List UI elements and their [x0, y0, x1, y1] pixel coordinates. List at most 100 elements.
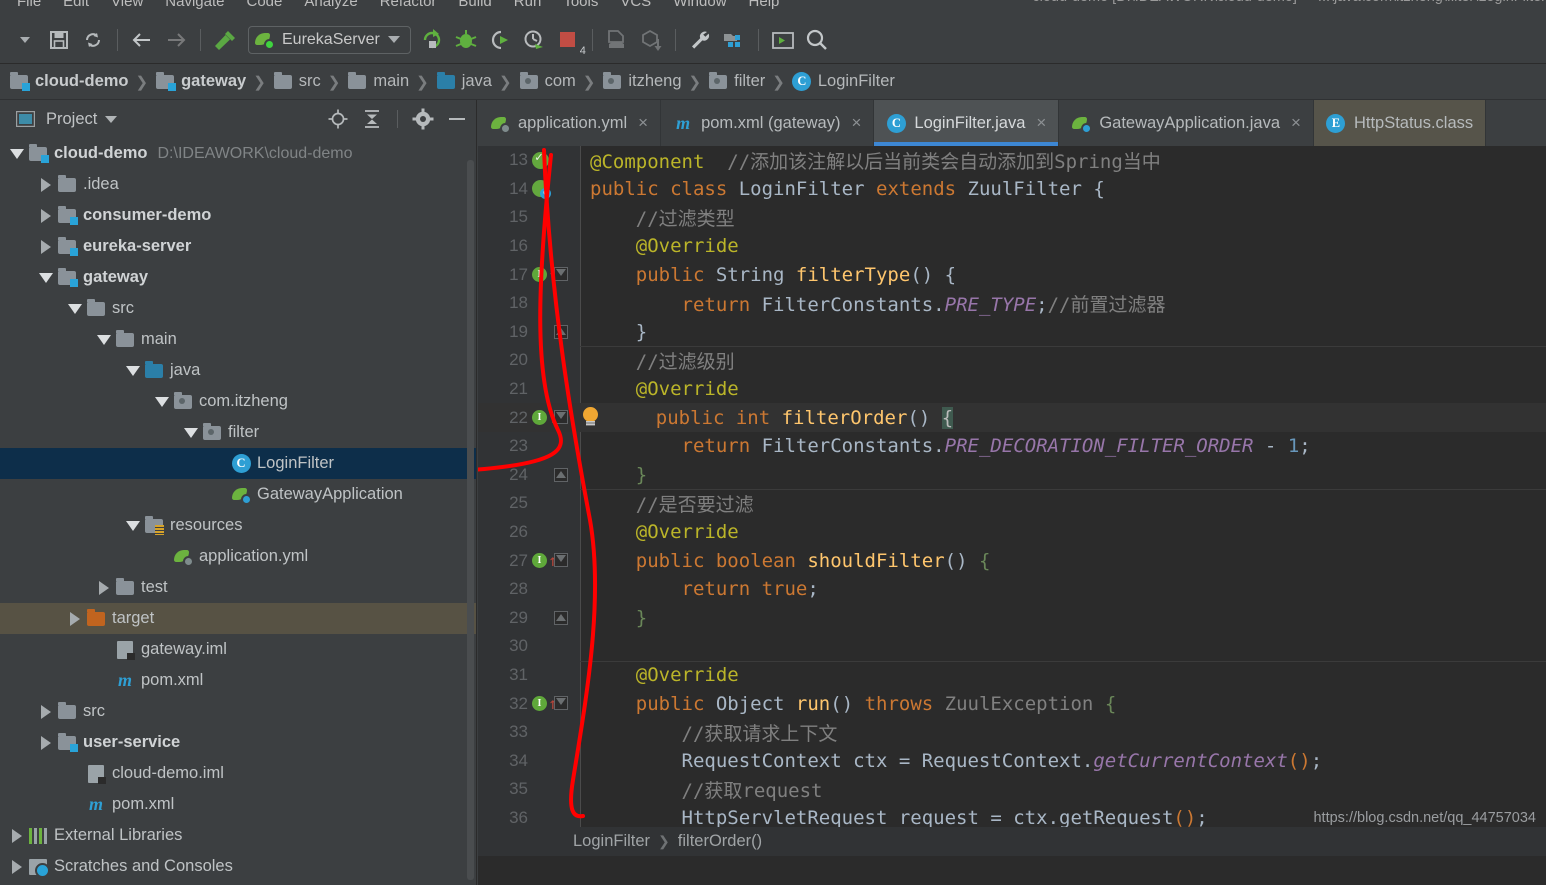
- tree-node-gateway-iml[interactable]: gateway.iml: [0, 634, 476, 665]
- code-line-17[interactable]: 17 I ↑ public String filterType() {: [478, 260, 1546, 289]
- menu-item-file[interactable]: File: [6, 0, 52, 10]
- code-line-21[interactable]: 21 @Override: [478, 375, 1546, 404]
- chevron-right-icon[interactable]: [35, 208, 57, 223]
- sync-icon[interactable]: [76, 23, 110, 57]
- code-line-31[interactable]: 31 @Override: [478, 660, 1546, 690]
- gutter-icons[interactable]: [528, 150, 580, 169]
- breadcrumb-item-loginfilter[interactable]: C LoginFilter: [785, 72, 902, 92]
- chevron-down-icon[interactable]: [35, 272, 57, 283]
- chevron-right-icon[interactable]: [35, 704, 57, 719]
- code-line-19[interactable]: 19 }: [478, 318, 1546, 347]
- tree-node-gatewayapplication[interactable]: GatewayApplication: [0, 479, 476, 510]
- fold-region-start-icon[interactable]: [554, 267, 568, 282]
- breadcrumb-item-itzheng[interactable]: itzheng: [595, 71, 688, 92]
- code-line-25[interactable]: 25 //是否要过滤: [478, 489, 1546, 518]
- tree-node-user-service[interactable]: user-service: [0, 727, 476, 758]
- code-line-20[interactable]: 20 //过滤级别: [478, 346, 1546, 375]
- code-editor[interactable]: 13@Component //添加该注解以后当前类会自动添加到Spring当中1…: [478, 146, 1546, 856]
- chevron-down-icon[interactable]: [64, 303, 86, 314]
- menu-item-edit[interactable]: Edit: [52, 0, 100, 10]
- chevron-down-icon[interactable]: [122, 365, 144, 376]
- chevron-right-icon[interactable]: [64, 611, 86, 626]
- locate-icon[interactable]: [325, 106, 351, 132]
- chevron-right-icon[interactable]: [93, 580, 115, 595]
- run-with-coverage-icon[interactable]: [483, 23, 517, 57]
- toolbar-overflow-icon[interactable]: [8, 23, 42, 57]
- tree-node-eureka-server[interactable]: eureka-server: [0, 231, 476, 262]
- chevron-down-icon[interactable]: [6, 148, 28, 159]
- tree-node-filter[interactable]: filter: [0, 417, 476, 448]
- spring-bean-class-icon[interactable]: [532, 180, 551, 200]
- terminal-icon[interactable]: [766, 23, 800, 57]
- status-breadcrumb-item[interactable]: LoginFilter: [573, 832, 650, 851]
- chevron-down-icon[interactable]: [180, 427, 202, 438]
- code-line-15[interactable]: 15 //过滤类型: [478, 203, 1546, 232]
- code-line-22[interactable]: 22 I ↑ public int filterOrder() {: [478, 403, 1546, 432]
- code-line-34[interactable]: 34 RequestContext ctx = RequestContext.g…: [478, 746, 1546, 775]
- editor-tab-loginfilter-java[interactable]: C LoginFilter.java ×: [874, 100, 1060, 146]
- fold-region-start-icon[interactable]: [554, 553, 568, 568]
- settings-gear-icon[interactable]: [410, 106, 436, 132]
- tree-node--idea[interactable]: .idea: [0, 169, 476, 200]
- chevron-right-icon[interactable]: [6, 859, 28, 874]
- tree-node-gateway[interactable]: gateway: [0, 262, 476, 293]
- menu-item-refactor[interactable]: Refactor: [369, 0, 448, 10]
- menu-item-help[interactable]: Help: [738, 0, 791, 10]
- chevron-down-icon[interactable]: [93, 334, 115, 345]
- tree-node-scratches-and-consoles[interactable]: Scratches and Consoles: [0, 851, 476, 882]
- project-tree-scrollbar[interactable]: [467, 160, 474, 880]
- fold-region-end-icon[interactable]: [554, 610, 568, 625]
- tree-node-cloud-demo[interactable]: cloud-demo D:\IDEAWORK\cloud-demo: [0, 138, 476, 169]
- project-view-chevron-down-icon[interactable]: [105, 115, 118, 123]
- tree-node-test[interactable]: test: [0, 572, 476, 603]
- gutter-icons[interactable]: [528, 180, 580, 200]
- menu-item-tools[interactable]: Tools: [552, 0, 609, 10]
- code-line-30[interactable]: 30: [478, 632, 1546, 661]
- breadcrumb-item-gateway[interactable]: gateway: [148, 71, 253, 92]
- save-icon[interactable]: [42, 23, 76, 57]
- tree-node-src[interactable]: src: [0, 696, 476, 727]
- update-project-icon[interactable]: [600, 23, 634, 57]
- fold-region-start-icon[interactable]: [554, 696, 568, 711]
- code-line-28[interactable]: 28 return true;: [478, 575, 1546, 604]
- tree-node-target[interactable]: target: [0, 603, 476, 634]
- run-icon[interactable]: [415, 23, 449, 57]
- tree-node-loginfilter[interactable]: C LoginFilter: [0, 448, 476, 479]
- tree-node-src[interactable]: src: [0, 293, 476, 324]
- tree-node-com-itzheng[interactable]: com.itzheng: [0, 386, 476, 417]
- code-line-27[interactable]: 27 I ↑ public boolean shouldFilter() {: [478, 546, 1546, 575]
- breadcrumb-item-com[interactable]: com: [512, 71, 583, 92]
- menu-item-analyze[interactable]: Analyze: [293, 0, 368, 10]
- chevron-right-icon[interactable]: [6, 828, 28, 843]
- commit-icon[interactable]: [634, 23, 668, 57]
- close-icon[interactable]: ×: [1291, 113, 1301, 133]
- fold-region-end-icon[interactable]: [554, 467, 568, 482]
- settings-wrench-icon[interactable]: [683, 23, 717, 57]
- menu-item-vcs[interactable]: VCS: [609, 0, 662, 10]
- chevron-right-icon[interactable]: [35, 177, 57, 192]
- code-line-26[interactable]: 26 @Override: [478, 518, 1546, 547]
- code-line-18[interactable]: 18 return FilterConstants.PRE_TYPE;//前置过…: [478, 289, 1546, 318]
- build-hammer-icon[interactable]: [208, 23, 242, 57]
- chevron-right-icon[interactable]: [35, 735, 57, 750]
- tree-node-application-yml[interactable]: application.yml: [0, 541, 476, 572]
- forward-icon[interactable]: [159, 23, 193, 57]
- menu-item-build[interactable]: Build: [447, 0, 502, 10]
- breadcrumb-item-cloud-demo[interactable]: cloud-demo: [2, 71, 136, 92]
- close-icon[interactable]: ×: [638, 113, 648, 133]
- code-line-35[interactable]: 35 //获取request: [478, 775, 1546, 804]
- menu-item-navigate[interactable]: Navigate: [154, 0, 235, 10]
- chevron-down-icon[interactable]: [122, 520, 144, 531]
- intention-bulb-icon[interactable]: [582, 407, 599, 427]
- fold-region-end-icon[interactable]: [554, 324, 568, 339]
- editor-tab-application-yml[interactable]: application.yml ×: [478, 100, 662, 146]
- search-everywhere-icon[interactable]: [800, 23, 834, 57]
- menu-item-run[interactable]: Run: [503, 0, 553, 10]
- fold-region-start-icon[interactable]: [554, 410, 568, 425]
- status-breadcrumb-item[interactable]: filterOrder(): [678, 832, 762, 851]
- tree-node-main[interactable]: main: [0, 324, 476, 355]
- breadcrumb-item-java[interactable]: java: [429, 71, 499, 92]
- debug-icon[interactable]: [449, 23, 483, 57]
- back-icon[interactable]: [125, 23, 159, 57]
- tree-node-pom-xml[interactable]: m pom.xml: [0, 665, 476, 696]
